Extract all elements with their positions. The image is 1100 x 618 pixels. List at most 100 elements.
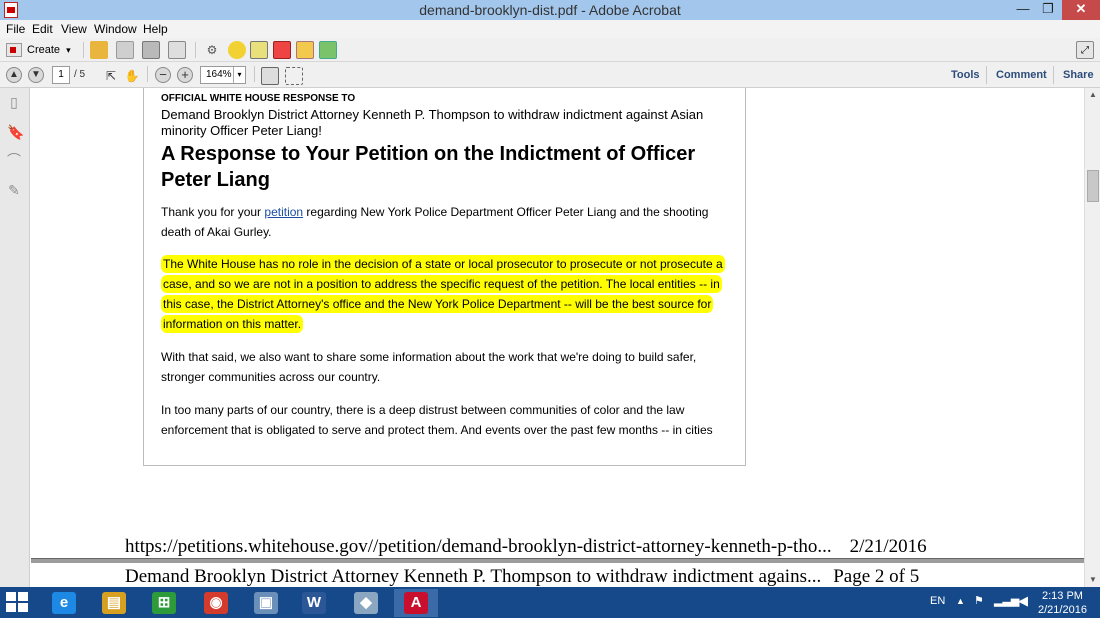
fit-page-icon[interactable]: [261, 67, 279, 85]
send-icon[interactable]: [319, 41, 337, 59]
response-headline: A Response to Your Petition on the Indic…: [161, 143, 696, 191]
toolbar-separator: [195, 42, 196, 58]
scrollbar-thumb[interactable]: [1087, 170, 1099, 202]
show-hidden-icons-icon[interactable]: ▲: [956, 596, 965, 606]
vertical-scrollbar[interactable]: ▲ ▼: [1084, 88, 1100, 587]
menu-view[interactable]: View: [61, 22, 87, 36]
page-footer-url: https://petitions.whitehouse.gov//petiti…: [125, 536, 927, 558]
next-page-header: Demand Brooklyn District Attorney Kennet…: [125, 566, 919, 587]
bookmarks-icon[interactable]: 🔖: [7, 124, 24, 140]
page-total-label: / 5: [74, 69, 86, 80]
header-page-number: Page 2 of 5: [833, 566, 920, 587]
page-number-input[interactable]: 1: [52, 66, 70, 84]
menu-file[interactable]: File: [6, 22, 25, 36]
chrome-icon: ◉: [204, 592, 228, 614]
create-button[interactable]: Create ▾: [6, 41, 71, 59]
previous-page-icon[interactable]: ▲: [6, 67, 22, 83]
sign-icon[interactable]: [273, 41, 291, 59]
clock-date[interactable]: 2/21/2016: [1038, 604, 1087, 616]
navigation-toolbar: ▲ ▼ 1 / 5 ⇱ ✋ − + 164% ▾ Tools Comment S…: [0, 62, 1100, 88]
share-pane-link[interactable]: Share: [1063, 69, 1094, 81]
paragraph-communities: With that said, we also want to share so…: [161, 350, 697, 384]
response-label: OFFICIAL WHITE HOUSE RESPONSE TO: [161, 93, 356, 104]
pdf-page: OFFICIAL WHITE HOUSE RESPONSE TO Demand …: [143, 88, 746, 466]
taskbar-app-button[interactable]: ▣: [244, 589, 288, 617]
chevron-down-icon[interactable]: ▾: [233, 67, 245, 83]
taskbar-app-button[interactable]: ◆: [344, 589, 388, 617]
clock-time[interactable]: 2:13 PM: [1042, 590, 1083, 602]
document-view[interactable]: OFFICIAL WHITE HOUSE RESPONSE TO Demand …: [31, 88, 1084, 587]
taskbar-app-button[interactable]: W: [292, 589, 336, 617]
volume-icon[interactable]: ◀: [1018, 593, 1028, 609]
toolbar-separator: [254, 66, 255, 82]
zoom-out-icon[interactable]: −: [155, 67, 171, 83]
select-cursor-icon[interactable]: ⇱: [102, 67, 120, 85]
toolbar-separator: [986, 66, 987, 84]
taskbar-app-button[interactable]: ▤: [92, 589, 136, 617]
highlighted-text: The White House has no role in the decis…: [161, 255, 725, 333]
email-icon[interactable]: [168, 41, 186, 59]
toolbar-separator: [83, 42, 84, 58]
hand-tool-icon[interactable]: ✋: [123, 67, 141, 85]
petition-link[interactable]: petition: [264, 205, 303, 219]
close-button[interactable]: ✕: [1062, 0, 1100, 20]
header-title: Demand Brooklyn District Attorney Kennet…: [125, 566, 822, 587]
page-break: [31, 558, 1084, 563]
toolbar-separator: [1053, 66, 1054, 84]
comment-pane-link[interactable]: Comment: [996, 69, 1047, 81]
zoom-level-select[interactable]: 164% ▾: [200, 66, 246, 84]
settings-gear-icon[interactable]: ⚙: [203, 41, 221, 59]
paragraph-thanks: Thank you for your petition regarding Ne…: [161, 202, 736, 242]
network-folder-icon: ▣: [254, 592, 278, 614]
comment-bubble-icon[interactable]: [228, 41, 246, 59]
menu-window[interactable]: Window: [94, 22, 137, 36]
action-center-flag-icon[interactable]: ⚑: [974, 594, 984, 607]
create-label: Create: [27, 44, 61, 56]
word-icon: W: [302, 592, 326, 614]
open-folder-icon[interactable]: [90, 41, 108, 59]
signatures-icon[interactable]: ✎: [7, 182, 21, 198]
paragraph-highlighted: The White House has no role in the decis…: [161, 254, 736, 334]
paragraph-text: Thank you for your: [161, 205, 265, 219]
next-page-icon[interactable]: ▼: [28, 67, 44, 83]
export-icon[interactable]: [296, 41, 314, 59]
save-icon[interactable]: [116, 41, 134, 59]
paragraph-distrust: In too many parts of our country, there …: [161, 403, 713, 437]
zoom-in-icon[interactable]: +: [177, 67, 193, 83]
scroll-up-icon[interactable]: ▲: [1085, 88, 1100, 102]
generic-app-icon: ◆: [354, 592, 378, 614]
highlight-text-icon[interactable]: [250, 41, 268, 59]
title-bar: demand-brooklyn-dist.pdf - Adobe Acrobat…: [0, 0, 1100, 20]
toolbar-separator: [147, 66, 148, 82]
page-thumbnails-icon[interactable]: ▯: [7, 94, 21, 110]
chevron-down-icon: ▾: [66, 45, 71, 55]
taskbar-app-button[interactable]: ⊞: [142, 589, 186, 617]
taskbar-app-button[interactable]: e: [42, 589, 86, 617]
window-title: demand-brooklyn-dist.pdf - Adobe Acrobat: [419, 2, 681, 18]
full-screen-icon[interactable]: [285, 67, 303, 85]
attachments-icon[interactable]: ⌒: [7, 152, 21, 168]
windows-start-icon[interactable]: [6, 592, 30, 614]
menu-help[interactable]: Help: [143, 22, 168, 36]
navigation-pane: ▯ 🔖 ⌒ ✎: [0, 88, 30, 587]
internet-explorer-icon: e: [52, 592, 76, 614]
file-explorer-icon: ▤: [102, 592, 126, 614]
tools-pane-link[interactable]: Tools: [951, 69, 980, 81]
language-indicator[interactable]: EN: [930, 595, 945, 607]
windows-taskbar: e ▤ ⊞ ◉ ▣ W ◆ A EN ▲ ⚑ ▂▃▅ ◀ 2:13 PM 2/21/2016: [0, 587, 1100, 618]
footer-date: 2/21/2016: [849, 536, 927, 557]
main-toolbar: Create ▾ ⚙ ⤢: [0, 38, 1100, 62]
petition-title: Demand Brooklyn District Attorney Kennet…: [161, 107, 704, 138]
taskbar-app-button[interactable]: A: [394, 589, 438, 617]
footer-url: https://petitions.whitehouse.gov//petiti…: [125, 536, 832, 557]
network-signal-icon[interactable]: ▂▃▅: [994, 594, 1019, 607]
expand-icon[interactable]: ⤢: [1076, 41, 1094, 59]
minimize-button[interactable]: —: [1010, 0, 1036, 20]
taskbar-app-button[interactable]: ◉: [194, 589, 238, 617]
menu-bar: File Edit View Window Help: [0, 20, 1100, 38]
scroll-down-icon[interactable]: ▼: [1085, 573, 1100, 587]
acrobat-icon: A: [404, 592, 428, 614]
print-icon[interactable]: [142, 41, 160, 59]
menu-edit[interactable]: Edit: [32, 22, 53, 36]
maximize-button[interactable]: ❐: [1036, 0, 1060, 20]
